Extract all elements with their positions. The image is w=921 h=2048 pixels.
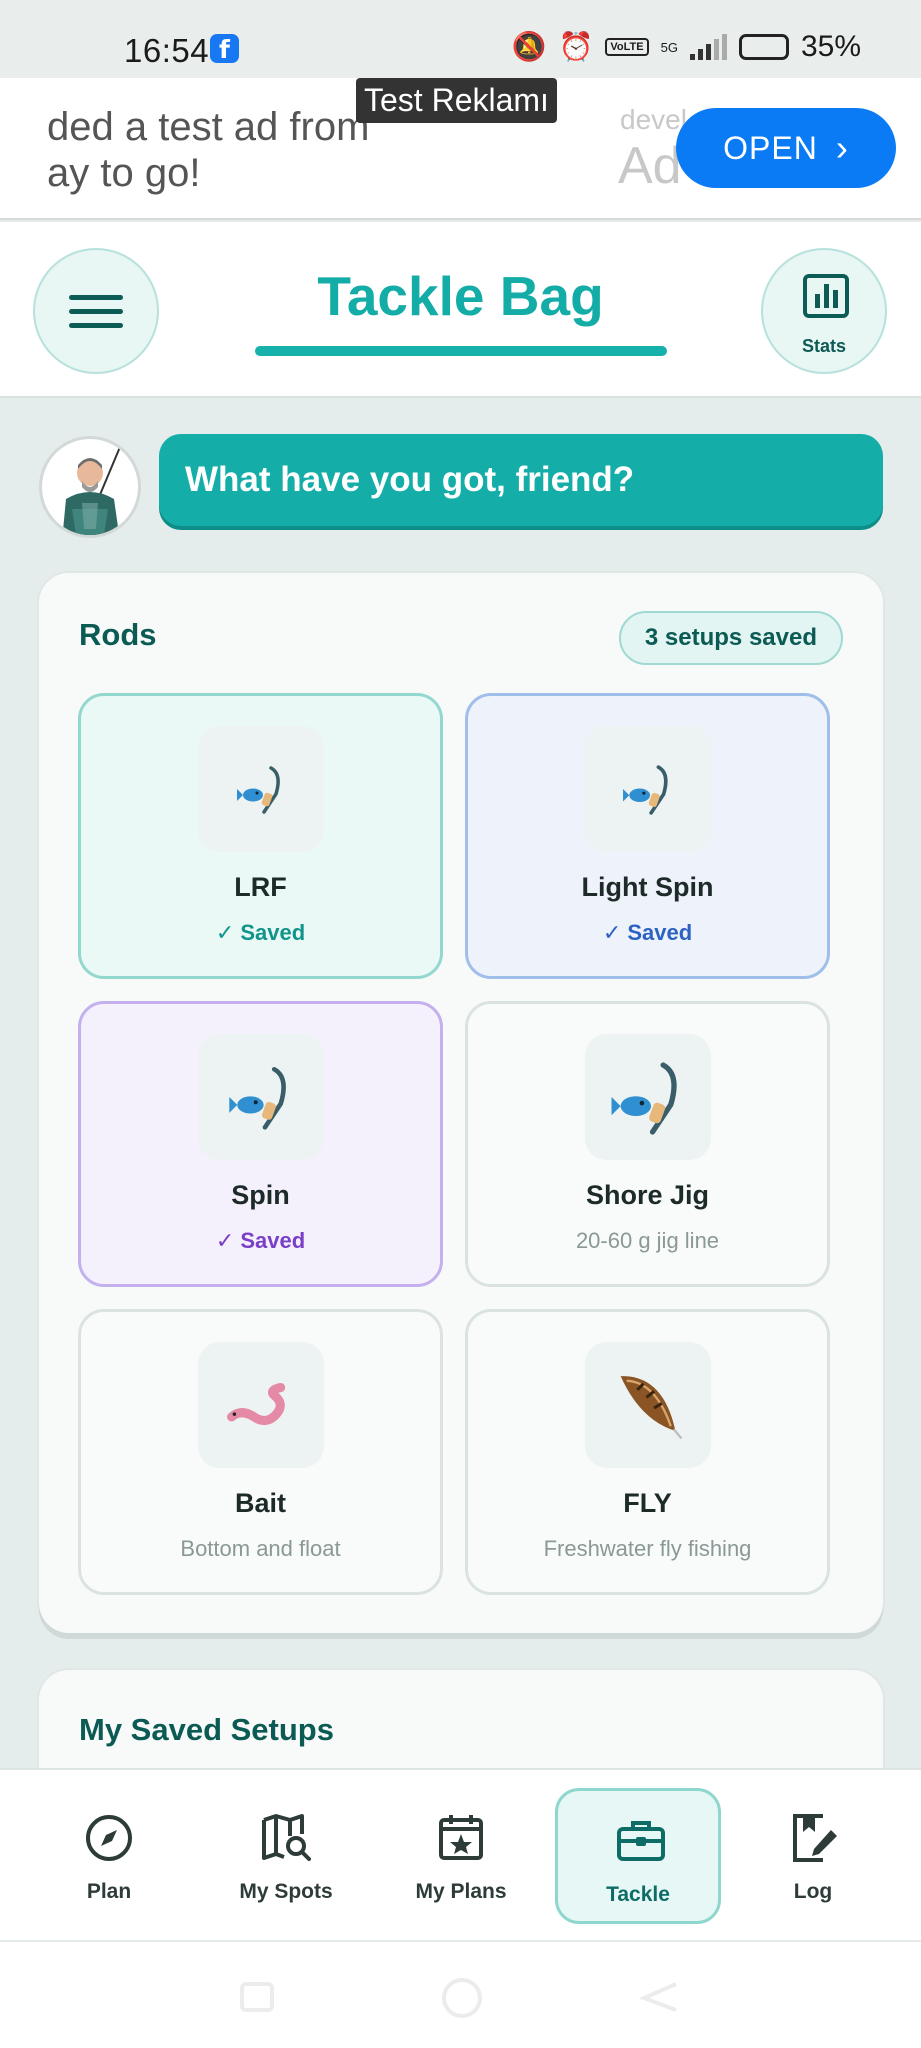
alarm-icon: ⏰ xyxy=(558,30,594,63)
compass-icon xyxy=(86,1815,132,1861)
rod-description: 20-60 g jig line xyxy=(575,1228,720,1253)
rod-tile-lrf[interactable]: LRF ✓ Saved xyxy=(78,693,443,979)
status-time: 16:54 xyxy=(124,32,210,69)
battery-icon xyxy=(738,34,789,60)
saved-setups-title: My Saved Setups xyxy=(79,1712,334,1747)
rod-name: Shore Jig xyxy=(585,1180,710,1210)
rod-tile-light-spin[interactable]: Light Spin ✓ Saved xyxy=(465,693,830,979)
stats-label: Stats xyxy=(801,336,846,356)
ad-text-line-1: ded a test ad from xyxy=(47,105,370,149)
feather-icon xyxy=(585,1342,711,1468)
rod-name: LRF xyxy=(234,872,287,902)
volte-icon: VoLTE xyxy=(605,38,649,56)
nav-tackle[interactable]: Tackle xyxy=(555,1788,721,1924)
rod-status: ✓ Saved xyxy=(602,920,693,945)
chevron-right-icon: › xyxy=(835,127,849,168)
status-icons: 🔕 ⏰ VoLTE 5G 35% xyxy=(512,30,861,64)
rod-name: Spin xyxy=(231,1180,290,1210)
facebook-notification-icon: f xyxy=(210,34,239,64)
system-nav-bar xyxy=(0,1942,921,2048)
bottom-nav: Plan My Spots My Plans Tackle Log xyxy=(0,1768,921,1940)
rod-name: Bait xyxy=(234,1488,286,1518)
back-icon[interactable] xyxy=(640,1982,680,2012)
rod-tile-bait[interactable]: Bait Bottom and float xyxy=(78,1309,443,1595)
home-icon[interactable] xyxy=(440,1976,484,2020)
rod-tile-fly[interactable]: FLY Freshwater fly fishing xyxy=(465,1309,830,1595)
title-underline xyxy=(255,346,667,356)
nav-label: My Plans xyxy=(415,1880,507,1903)
ad-text: ded a test ad from ay to go! xyxy=(47,104,369,196)
nav-my-plans[interactable]: My Plans xyxy=(378,1788,544,1924)
nav-my-spots[interactable]: My Spots xyxy=(203,1788,369,1924)
logbook-icon xyxy=(793,1814,837,1862)
fishing-rod-icon xyxy=(585,726,711,852)
nav-log[interactable]: Log xyxy=(730,1788,896,1924)
nav-label: Plan xyxy=(86,1880,132,1903)
nav-label: My Spots xyxy=(239,1880,333,1903)
rod-tile-spin[interactable]: Spin ✓ Saved xyxy=(78,1001,443,1287)
signal-icon xyxy=(689,34,727,60)
mute-icon: 🔕 xyxy=(511,30,547,63)
stats-button[interactable]: Stats xyxy=(761,248,887,374)
rod-description: Freshwater fly fishing xyxy=(543,1536,752,1561)
battery-percent: 35% xyxy=(800,30,861,63)
test-ad-label: Test Reklamı xyxy=(356,78,557,123)
bar-chart-icon xyxy=(803,274,849,318)
rods-title: Rods xyxy=(79,617,157,652)
rod-grid: LRF ✓ Saved Light Spin ✓ Saved Spin ✓ Sa… xyxy=(78,693,830,1595)
nav-plan[interactable]: Plan xyxy=(26,1788,192,1924)
nav-label: Log xyxy=(793,1880,833,1903)
assistant-message: What have you got, friend? xyxy=(159,434,883,526)
network-label: 5G xyxy=(660,39,678,55)
fishing-rod-icon xyxy=(198,726,324,852)
map-search-icon xyxy=(262,1814,311,1861)
setups-saved-badge: 3 setups saved xyxy=(618,611,843,665)
tackle-box-icon xyxy=(617,1821,665,1861)
rod-status: ✓ Saved xyxy=(215,920,306,945)
app-header: Tackle Bag Stats xyxy=(0,222,921,398)
fisherman-avatar xyxy=(39,436,141,538)
ad-banner[interactable]: ded a test ad from ay to go! devel Ad Te… xyxy=(0,78,921,220)
fishing-rod-icon xyxy=(585,1034,711,1160)
ad-app-text: Ad xyxy=(618,137,682,195)
rod-name: FLY xyxy=(623,1488,672,1518)
rod-status: ✓ Saved xyxy=(215,1228,306,1253)
worm-icon xyxy=(198,1342,324,1468)
rods-card: Rods 3 setups saved LRF ✓ Saved Light Sp… xyxy=(39,573,883,1633)
ad-open-button[interactable]: OPEN › xyxy=(676,108,896,188)
calendar-star-icon xyxy=(439,1815,483,1860)
rod-description: Bottom and float xyxy=(180,1536,341,1561)
ad-open-label: OPEN xyxy=(723,129,818,166)
status-bar: 16:54 f 🔕 ⏰ VoLTE 5G 35% xyxy=(0,0,921,78)
ad-developer-text: devel xyxy=(620,104,687,135)
rod-name: Light Spin xyxy=(581,872,714,902)
ad-text-line-2: ay to go! xyxy=(47,151,201,195)
recents-icon[interactable] xyxy=(238,1982,278,2012)
fishing-rod-icon xyxy=(198,1034,324,1160)
nav-label: Tackle xyxy=(606,1883,670,1906)
rod-tile-shore-jig[interactable]: Shore Jig 20-60 g jig line xyxy=(465,1001,830,1287)
